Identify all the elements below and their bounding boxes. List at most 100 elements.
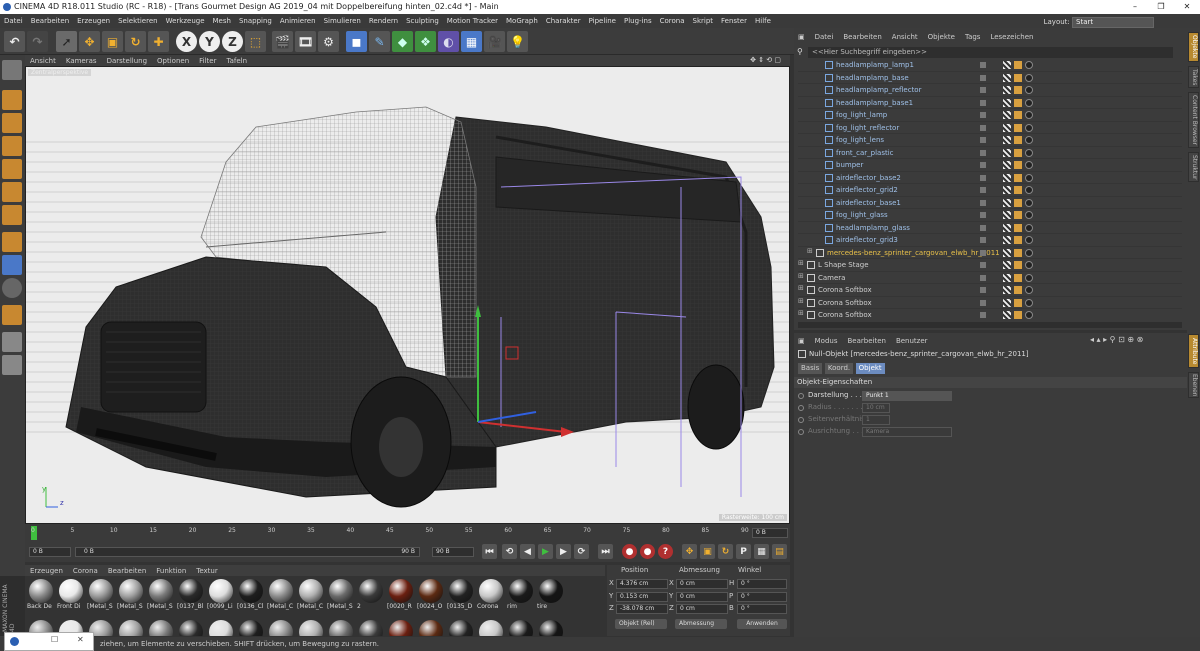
object-row[interactable]: ⊞ Corona Softbox bbox=[798, 309, 1182, 321]
visibility-toggle[interactable] bbox=[980, 299, 986, 306]
object-search-input[interactable]: <<Hier Suchbegriff eingeben>> bbox=[808, 47, 1173, 58]
obj-menu-lesezeichen[interactable]: Lesezeichen bbox=[985, 31, 1038, 43]
object-name[interactable]: front_car_plastic bbox=[836, 147, 894, 159]
material-swatch[interactable]: [Metal_C bbox=[297, 579, 325, 610]
phong-tag-icon[interactable] bbox=[1003, 311, 1011, 319]
menu-hilfe[interactable]: Hilfe bbox=[751, 14, 775, 28]
object-tags[interactable] bbox=[1003, 236, 1063, 245]
phong-tag-icon[interactable] bbox=[1003, 148, 1011, 157]
menu-rendern[interactable]: Rendern bbox=[365, 14, 402, 28]
material-swatch[interactable]: [0099_Li bbox=[207, 579, 235, 610]
camera-icon[interactable]: 🎥 bbox=[484, 31, 505, 52]
object-row[interactable]: airdeflector_base1 bbox=[798, 197, 1182, 209]
object-row[interactable]: fog_light_reflector bbox=[798, 122, 1182, 134]
object-name[interactable]: Corona Softbox bbox=[818, 297, 872, 309]
locked-workplane-icon[interactable] bbox=[2, 355, 22, 375]
axis-mode-icon[interactable] bbox=[2, 232, 22, 252]
object-row[interactable]: headlamplamp_base bbox=[798, 72, 1182, 84]
coordinate-system-icon[interactable]: ⬚ bbox=[245, 31, 266, 52]
object-name[interactable]: headlamplamp_base bbox=[836, 72, 909, 84]
menu-pipeline[interactable]: Pipeline bbox=[585, 14, 620, 28]
material-preview-ball[interactable] bbox=[239, 620, 263, 636]
menu-motion-tracker[interactable]: Motion Tracker bbox=[443, 14, 502, 28]
phong-tag-icon[interactable] bbox=[1003, 98, 1011, 107]
object-row[interactable]: airdeflector_base2 bbox=[798, 172, 1182, 184]
coord-rotation-field[interactable]: 0 ° bbox=[737, 604, 787, 614]
attr-property-value[interactable]: Kamera bbox=[862, 427, 952, 437]
redo-icon[interactable]: ↷ bbox=[27, 31, 48, 52]
texture-tag-icon[interactable] bbox=[1014, 73, 1022, 82]
texture-tag-icon[interactable] bbox=[1014, 136, 1022, 144]
x-axis-toggle[interactable]: X bbox=[176, 31, 197, 52]
coord-position-field[interactable]: 4.376 cm bbox=[616, 579, 668, 589]
object-name[interactable]: mercedes-benz_sprinter_cargovan_elwb_hr_… bbox=[827, 247, 1000, 259]
key-parameter-icon[interactable]: P bbox=[736, 544, 751, 559]
coord-mode-select[interactable]: Objekt (Rel) bbox=[615, 619, 667, 629]
object-tags[interactable] bbox=[1003, 161, 1063, 170]
menu-simulieren[interactable]: Simulieren bbox=[320, 14, 365, 28]
texture-tag-icon[interactable] bbox=[1014, 211, 1022, 219]
phong-tag-icon[interactable] bbox=[1003, 186, 1011, 194]
texture-tag-icon[interactable] bbox=[1014, 298, 1022, 307]
material-preview-ball[interactable] bbox=[419, 620, 443, 636]
coord-position-field[interactable]: -38.078 cm bbox=[616, 604, 668, 614]
tab-koord[interactable]: Koord. bbox=[824, 363, 854, 374]
phong-tag-icon[interactable] bbox=[1003, 136, 1011, 144]
material-swatch[interactable]: rim bbox=[507, 579, 535, 610]
coord-size-field[interactable]: 0 cm bbox=[676, 591, 728, 602]
goto-end-icon[interactable]: ⏭ bbox=[598, 544, 613, 559]
menu-mograph[interactable]: MoGraph bbox=[502, 14, 542, 28]
phong-tag-icon[interactable] bbox=[1003, 248, 1011, 257]
visibility-toggle[interactable] bbox=[980, 87, 986, 93]
object-row[interactable]: headlamplamp_lamp1 bbox=[798, 59, 1182, 72]
polygons-mode-icon[interactable] bbox=[2, 205, 22, 225]
material-preview-ball[interactable] bbox=[539, 620, 563, 636]
phong-tag-icon[interactable] bbox=[1003, 211, 1011, 219]
material-swatch[interactable]: [Metal_S bbox=[117, 579, 145, 610]
phong-tag-icon[interactable] bbox=[1003, 61, 1011, 69]
visibility-toggle[interactable] bbox=[980, 124, 986, 131]
object-tags[interactable] bbox=[1003, 61, 1063, 70]
object-row[interactable]: headlamplamp_reflector bbox=[798, 84, 1182, 97]
tab-objekt[interactable]: Objekt bbox=[855, 363, 885, 374]
object-list-scrollbar[interactable] bbox=[798, 322, 1182, 328]
object-row[interactable]: fog_light_lens bbox=[798, 134, 1182, 147]
object-name[interactable]: fog_light_lens bbox=[836, 134, 884, 146]
coord-size-select[interactable]: Abmessung bbox=[675, 619, 727, 629]
object-tags[interactable] bbox=[1003, 111, 1063, 120]
material-tag-icon[interactable] bbox=[1025, 111, 1033, 119]
material-preview-ball[interactable] bbox=[359, 620, 383, 636]
coord-size-field[interactable]: 0 cm bbox=[676, 579, 728, 589]
texture-tag-icon[interactable] bbox=[1014, 161, 1022, 169]
minimize-button[interactable]: – bbox=[1122, 0, 1148, 14]
obj-menu-ansicht[interactable]: Ansicht bbox=[887, 31, 923, 43]
material-preview-ball[interactable] bbox=[479, 620, 503, 636]
object-tags[interactable] bbox=[1003, 311, 1063, 320]
edges-mode-icon[interactable] bbox=[2, 182, 22, 202]
material-tag-icon[interactable] bbox=[1025, 311, 1033, 319]
material-preview-ball[interactable] bbox=[449, 620, 473, 636]
material-tag-icon[interactable] bbox=[1025, 173, 1033, 182]
expand-icon[interactable]: ⊞ bbox=[798, 309, 804, 317]
autokey-icon[interactable]: ● bbox=[640, 544, 655, 559]
object-tags[interactable] bbox=[1003, 98, 1063, 108]
material-swatch[interactable]: Back De bbox=[27, 579, 55, 610]
side-tab-struktur[interactable]: Struktur bbox=[1188, 152, 1199, 182]
material-tag-icon[interactable] bbox=[1025, 61, 1033, 69]
object-row[interactable]: airdeflector_grid2 bbox=[798, 184, 1182, 197]
object-tags[interactable] bbox=[1003, 223, 1063, 233]
z-axis-toggle[interactable]: Z bbox=[222, 31, 243, 52]
menu-mesh[interactable]: Mesh bbox=[209, 14, 235, 28]
texture-tag-icon[interactable] bbox=[1014, 111, 1022, 119]
subdivision-icon[interactable]: ◆ bbox=[392, 31, 413, 52]
visibility-toggle[interactable] bbox=[980, 224, 986, 231]
phong-tag-icon[interactable] bbox=[1003, 161, 1011, 169]
material-tag-icon[interactable] bbox=[1025, 298, 1033, 307]
menu-selektieren[interactable]: Selektieren bbox=[114, 14, 162, 28]
object-row[interactable]: ⊞ mercedes-benz_sprinter_cargovan_elwb_hr… bbox=[798, 247, 1182, 259]
object-name[interactable]: headlamplamp_lamp1 bbox=[836, 59, 914, 71]
material-swatch[interactable]: [0136_Cl bbox=[237, 579, 265, 610]
object-row[interactable]: headlamplamp_base1 bbox=[798, 97, 1182, 109]
render-picture-viewer-icon[interactable]: 🎞 bbox=[295, 31, 316, 52]
play-icon[interactable]: ▶ bbox=[538, 544, 553, 559]
